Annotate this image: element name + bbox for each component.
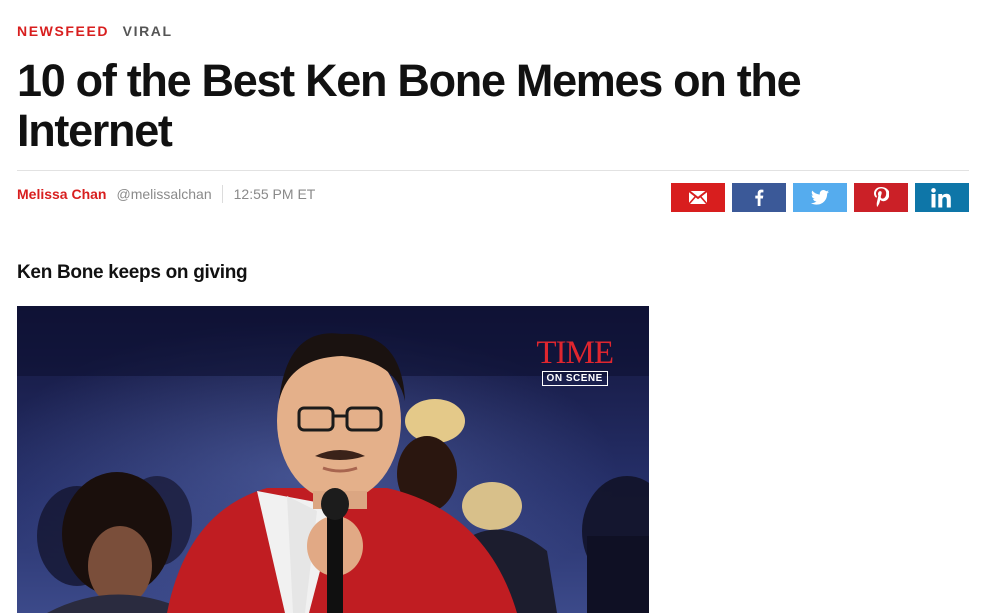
breadcrumb: NEWSFEED VIRAL (17, 23, 173, 39)
logo-wordmark: TIME (536, 335, 614, 371)
share-twitter-button[interactable] (793, 183, 847, 212)
byline-separator (221, 185, 223, 203)
publish-time: 12:55 PM ET (233, 186, 316, 202)
pinterest-icon (874, 187, 889, 207)
author-twitter-handle[interactable]: @melissalchan (116, 186, 211, 202)
linkedin-icon (931, 187, 951, 207)
share-linkedin-button[interactable] (915, 183, 969, 212)
share-facebook-button[interactable] (732, 183, 786, 212)
facebook-icon (755, 189, 764, 206)
share-pinterest-button[interactable] (854, 183, 908, 212)
author-link[interactable]: Melissa Chan (17, 186, 106, 202)
video-player[interactable]: TIME ON SCENE (17, 306, 649, 613)
article-subheading: Ken Bone keeps on giving (17, 262, 248, 283)
share-email-button[interactable] (671, 183, 725, 212)
divider (17, 170, 969, 171)
logo-tagline: ON SCENE (541, 371, 608, 386)
time-on-scene-logo: TIME ON SCENE (536, 335, 614, 386)
article-title: 10 of the Best Ken Bone Memes on the Int… (17, 55, 802, 156)
breadcrumb-category-link[interactable]: VIRAL (123, 23, 173, 39)
breadcrumb-section-link[interactable]: NEWSFEED (17, 23, 109, 39)
byline: Melissa Chan @melissalchan 12:55 PM ET (17, 185, 315, 203)
twitter-icon (811, 190, 829, 205)
envelope-icon (689, 191, 707, 204)
